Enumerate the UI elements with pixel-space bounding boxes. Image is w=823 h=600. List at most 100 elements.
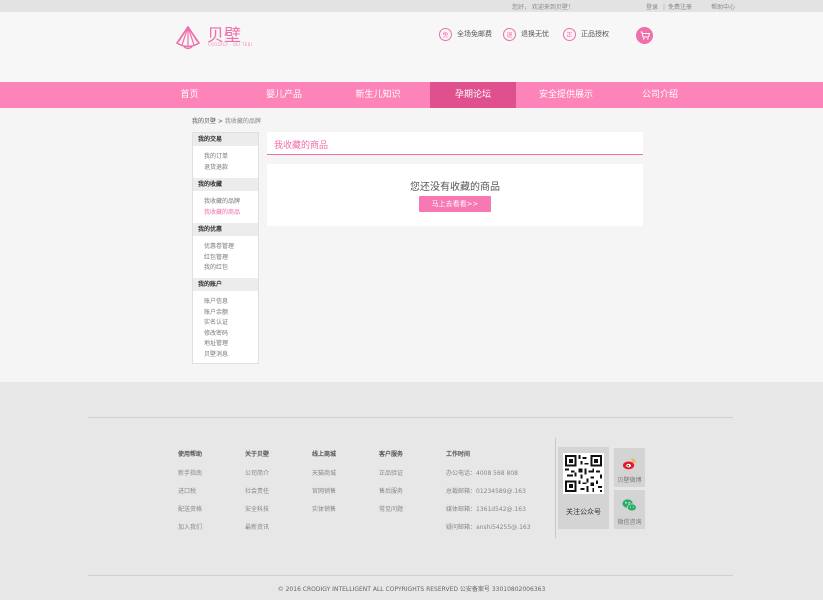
footer-link[interactable]: 公司简介 bbox=[245, 468, 269, 486]
top-links: 登录 | 免费注册 帮助中心 bbox=[646, 2, 740, 11]
weibo-button[interactable]: 贝壁微博 bbox=[614, 448, 645, 487]
cart-button[interactable] bbox=[636, 27, 653, 44]
footer-col-store: 线上商城 天猫商城 官网销售 实体销售 bbox=[312, 449, 336, 522]
shell-logo-icon[interactable] bbox=[174, 23, 202, 51]
greeting-text: 您好， 欢迎来到贝壁！ bbox=[512, 4, 574, 11]
footer-link[interactable]: 实体销售 bbox=[312, 504, 336, 522]
empty-message: 您还没有收藏的商品 bbox=[410, 182, 500, 193]
sidebar-group-favorites: 我的收藏 我收藏的品牌 我收藏的商品 bbox=[193, 178, 258, 218]
sidebar-group-trade: 我的交易 我的订单 退货退款 bbox=[193, 133, 258, 173]
feature-label: 正品授权 bbox=[581, 30, 609, 38]
logo-subtitle: CRODIGY · BEI TEBI bbox=[208, 42, 253, 47]
footer-link[interactable]: 进口税 bbox=[178, 486, 202, 504]
footer-link[interactable]: 官网销售 bbox=[312, 486, 336, 504]
sidebar-item-fav-brands[interactable]: 我收藏的品牌 bbox=[193, 197, 258, 208]
shipping-icon: 免 bbox=[439, 27, 452, 41]
sidebar-group-title: 我的交易 bbox=[193, 133, 258, 146]
weibo-icon bbox=[622, 458, 636, 470]
link-separator: | bbox=[663, 4, 666, 11]
nav-item-pregnancy-forum[interactable]: 孕期论坛 bbox=[430, 82, 516, 108]
feature-genuine: 正 正品授权 bbox=[563, 27, 609, 41]
footer-col-service: 客户服务 正品验证 售后服务 常见问题 bbox=[379, 449, 403, 522]
sidebar-item-balance[interactable]: 账户余额 bbox=[193, 308, 258, 319]
genuine-icon: 正 bbox=[563, 27, 576, 41]
site-header bbox=[0, 12, 823, 82]
footer-link[interactable]: 加入我们 bbox=[178, 522, 202, 540]
qr-label: 关注公众号 bbox=[566, 508, 601, 516]
feature-label: 退换无忧 bbox=[521, 30, 549, 38]
nav-item-company[interactable]: 公司介绍 bbox=[632, 82, 688, 108]
footer-link[interactable]: 正品验证 bbox=[379, 468, 403, 486]
weibo-label: 贝壁微博 bbox=[617, 477, 642, 484]
sidebar-item-fav-products[interactable]: 我收藏的商品 bbox=[193, 208, 258, 219]
footer-col-title: 线上商城 bbox=[312, 451, 337, 458]
breadcrumb-separator: > bbox=[216, 118, 225, 125]
panel-header: 我收藏的商品 bbox=[267, 132, 643, 155]
footer-link[interactable]: 售后服务 bbox=[379, 486, 403, 504]
footer-link[interactable]: 天猫商城 bbox=[312, 468, 336, 486]
footer-vertical-divider bbox=[555, 438, 556, 538]
contact-email[interactable]: 疑问邮箱：anshi54255@.163 bbox=[446, 522, 531, 540]
sidebar-group-title: 我的优惠 bbox=[193, 223, 258, 236]
account-sidebar: 我的交易 我的订单 退货退款 我的收藏 我收藏的品牌 我收藏的商品 我的优惠 优… bbox=[192, 132, 259, 364]
return-icon: 退 bbox=[503, 27, 516, 41]
footer-link[interactable]: 新手指南 bbox=[178, 468, 202, 486]
footer-link[interactable]: 社会责任 bbox=[245, 486, 269, 504]
site-footer: 使用帮助 新手指南 进口税 配送资格 加入我们 关于贝壁 公司简介 社会责任 安… bbox=[0, 382, 823, 600]
wechat-label: 微信咨询 bbox=[617, 519, 642, 526]
nav-item-baby-products[interactable]: 婴儿产品 bbox=[255, 82, 313, 108]
sidebar-item-address[interactable]: 地址管理 bbox=[193, 339, 258, 350]
sidebar-group-coupons: 我的优惠 优惠卷管理 红包管理 我的红包 bbox=[193, 223, 258, 274]
nav-item-home[interactable]: 首页 bbox=[166, 82, 213, 108]
contact-phone: 办公电话：4008 568 808 bbox=[446, 470, 518, 477]
footer-col-title: 客户服务 bbox=[379, 451, 404, 458]
footer-link[interactable]: 安全科技 bbox=[245, 504, 269, 522]
breadcrumb-root[interactable]: 我的贝壁 bbox=[192, 118, 216, 125]
help-link[interactable]: 帮助中心 bbox=[711, 4, 735, 11]
breadcrumb-current: 我收藏的品牌 bbox=[224, 118, 261, 125]
nav-item-newborn-knowledge[interactable]: 新生儿知识 bbox=[346, 82, 410, 108]
nav-item-safety-display[interactable]: 安全提供展示 bbox=[530, 82, 602, 108]
sidebar-item-change-password[interactable]: 修改密码 bbox=[193, 329, 258, 340]
footer-col-title: 使用帮助 bbox=[178, 451, 203, 458]
sidebar-item-my-redpacket[interactable]: 我的红包 bbox=[193, 263, 258, 274]
go-shopping-button[interactable]: 马上去看看>> bbox=[419, 196, 491, 212]
top-bar: 您好， 欢迎来到贝壁！ 登录 | 免费注册 帮助中心 bbox=[0, 0, 823, 12]
footer-col-help: 使用帮助 新手指南 进口税 配送资格 加入我们 bbox=[178, 449, 202, 540]
sidebar-item-messages[interactable]: 贝壁消息 bbox=[193, 350, 258, 361]
wechat-icon bbox=[622, 499, 637, 512]
sidebar-item-verification[interactable]: 实名认证 bbox=[193, 318, 258, 329]
wechat-qr-box: 关注公众号 bbox=[558, 447, 609, 529]
wechat-button[interactable]: 微信咨询 bbox=[614, 490, 645, 529]
contact-email[interactable]: 媒体邮箱：1361d542@.163 bbox=[446, 504, 531, 522]
contact-email[interactable]: 总裁邮箱：01234589@.163 bbox=[446, 486, 531, 504]
register-link[interactable]: 免费注册 bbox=[668, 4, 692, 11]
footer-col-about: 关于贝壁 公司简介 社会责任 安全科技 最新资讯 bbox=[245, 449, 269, 540]
feature-free-shipping: 免 全场免邮费 bbox=[439, 27, 492, 41]
sidebar-group-title: 我的账户 bbox=[193, 278, 258, 291]
feature-label: 全场免邮费 bbox=[457, 30, 492, 38]
favorites-panel: 您还没有收藏的商品 马上去看看>> bbox=[267, 164, 643, 226]
footer-col-title: 工作时间 bbox=[446, 451, 471, 458]
copyright-text: © 2016 CRODIGY INTELLIGENT ALL COPYRIGHT… bbox=[277, 586, 546, 593]
sidebar-item-orders[interactable]: 我的订单 bbox=[193, 152, 258, 163]
footer-col-title: 关于贝壁 bbox=[245, 451, 270, 458]
sidebar-item-redpacket-manage[interactable]: 红包管理 bbox=[193, 253, 258, 264]
footer-link[interactable]: 常见问题 bbox=[379, 504, 403, 522]
sidebar-item-account-info[interactable]: 账户信息 bbox=[193, 297, 258, 308]
qr-code-icon bbox=[563, 453, 604, 494]
main-nav: 首页 婴儿产品 新生儿知识 孕期论坛 安全提供展示 公司介绍 bbox=[0, 82, 823, 108]
sidebar-item-coupon-manage[interactable]: 优惠卷管理 bbox=[193, 242, 258, 253]
footer-link[interactable]: 最新资讯 bbox=[245, 522, 269, 540]
breadcrumb: 我的贝壁 > 我收藏的品牌 bbox=[192, 116, 261, 125]
feature-easy-return: 退 退换无忧 bbox=[503, 27, 549, 41]
sidebar-item-refunds[interactable]: 退货退款 bbox=[193, 163, 258, 174]
footer-divider bbox=[88, 575, 733, 576]
page-title: 我收藏的商品 bbox=[274, 141, 329, 151]
sidebar-group-title: 我的收藏 bbox=[193, 178, 258, 191]
footer-link[interactable]: 配送资格 bbox=[178, 504, 202, 522]
cart-icon bbox=[640, 31, 650, 40]
footer-col-contact: 工作时间 办公电话：4008 568 808 总裁邮箱：01234589@.16… bbox=[446, 449, 531, 540]
footer-divider bbox=[88, 417, 733, 418]
login-link[interactable]: 登录 bbox=[646, 4, 658, 11]
